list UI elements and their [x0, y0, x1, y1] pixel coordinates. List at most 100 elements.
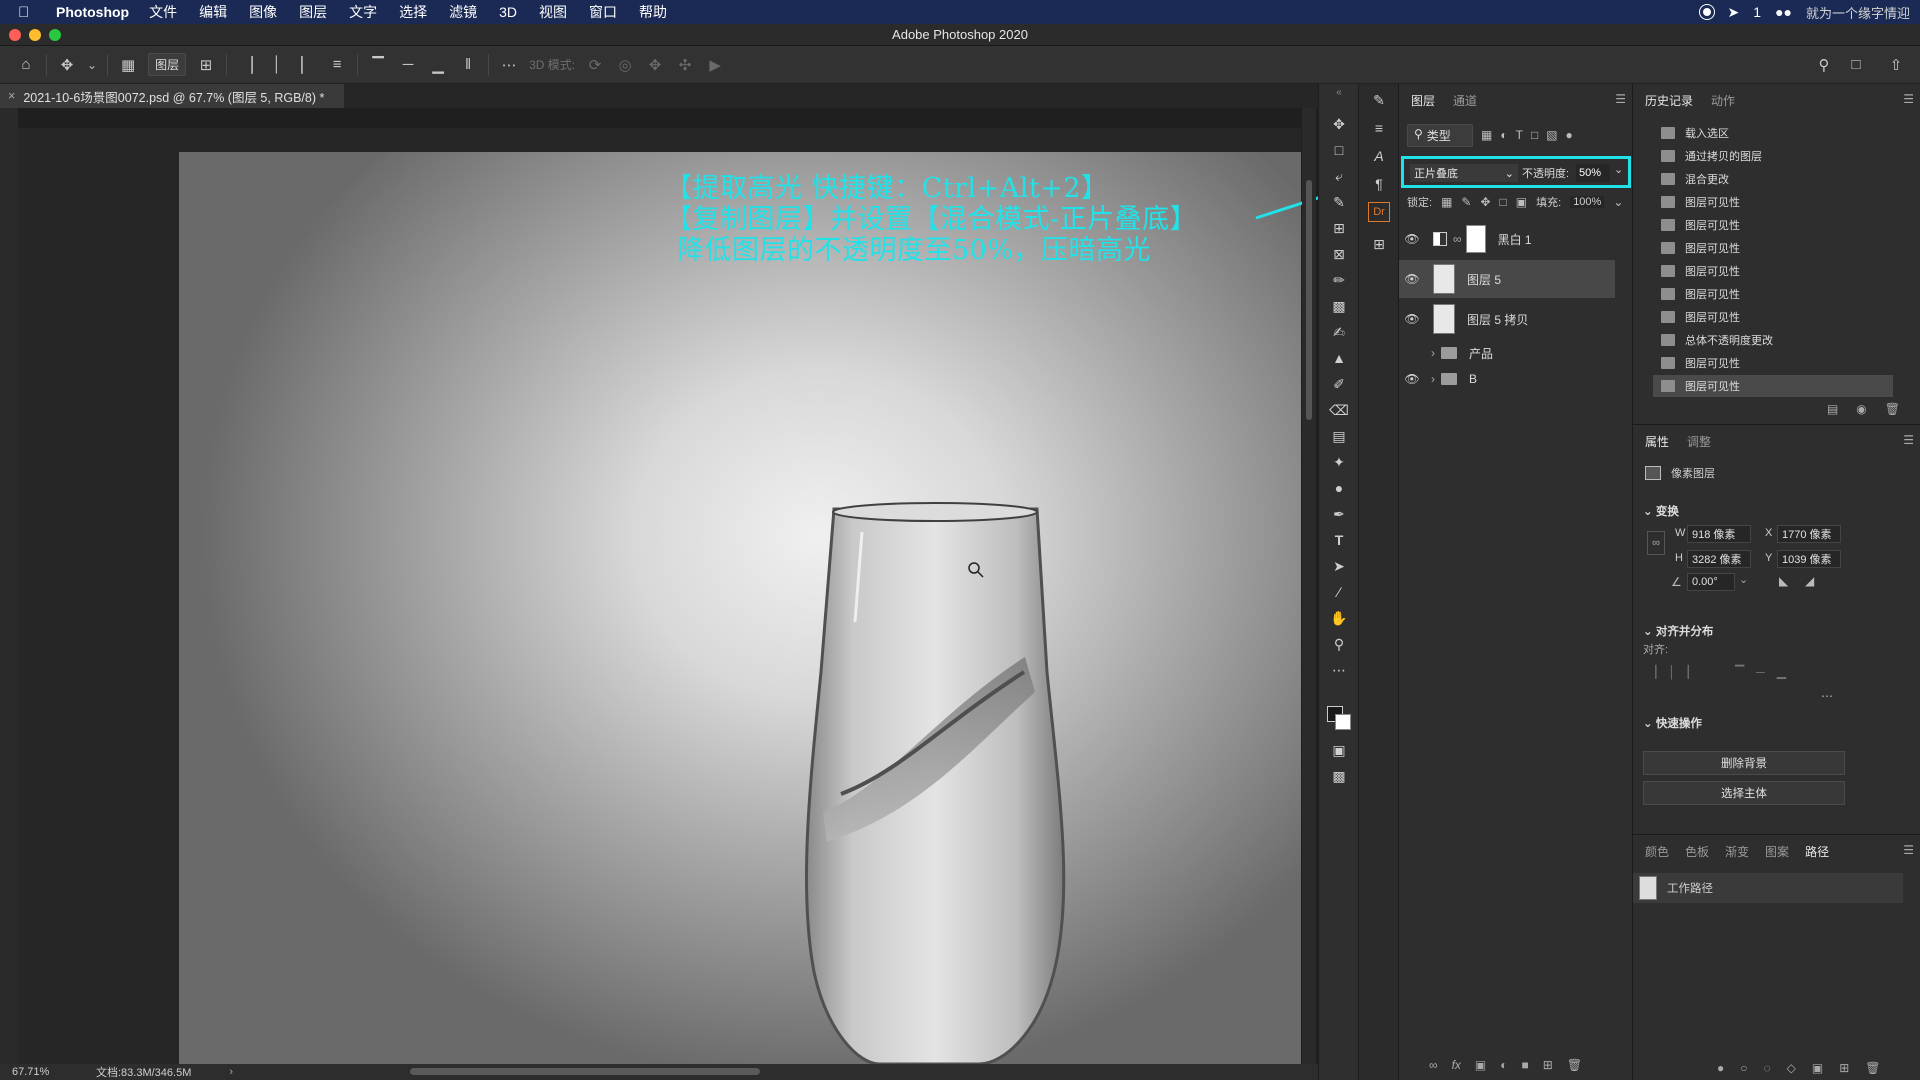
adjustments-icon[interactable]: ≡	[1369, 118, 1389, 138]
app-name-menu[interactable]: Photoshop	[56, 4, 129, 20]
layer-mask-thumbnail[interactable]	[1465, 225, 1486, 253]
orbit-3d-icon[interactable]: ⟳	[585, 55, 605, 75]
x-field[interactable]: 1770 像素	[1777, 525, 1841, 543]
edit-toolbar-icon[interactable]: ⋯	[1329, 660, 1349, 680]
zoom-window-button[interactable]	[49, 29, 61, 41]
align-top-icon[interactable]: ▔	[1735, 665, 1744, 679]
history-item[interactable]: 总体不透明度更改	[1661, 329, 1773, 351]
history-item[interactable]: 图层可见性	[1661, 352, 1740, 374]
layer-row[interactable]: 👁 › B	[1399, 366, 1615, 392]
menu-type[interactable]: 文字	[349, 2, 377, 22]
collapse-panel-icon[interactable]: «	[1329, 82, 1349, 102]
angle-dropdown-icon[interactable]: ⌄	[1739, 573, 1748, 586]
eraser-tool[interactable]: ⌫	[1329, 400, 1349, 420]
tab-layers[interactable]: 图层	[1411, 92, 1435, 112]
tab-history[interactable]: 历史记录	[1645, 92, 1693, 112]
fill-dropdown-icon[interactable]: ⌄	[1613, 195, 1623, 209]
align-left-icon[interactable]: ▕	[1647, 665, 1656, 679]
menu-layer[interactable]: 图层	[299, 2, 327, 22]
align-center-icon[interactable]: │	[267, 55, 287, 75]
transform-section-title[interactable]: ⌄ 变换	[1643, 503, 1679, 519]
load-selection-icon[interactable]: ◌	[1764, 1061, 1771, 1075]
height-field[interactable]: 3282 像素	[1687, 550, 1751, 568]
filter-toggle-icon[interactable]: ●	[1566, 128, 1573, 142]
blend-mode-select[interactable]: 正片叠底 ⌄	[1410, 164, 1518, 182]
add-mask-icon[interactable]: ▣	[1475, 1058, 1486, 1072]
background-color-swatch[interactable]	[1335, 714, 1351, 730]
quick-select-tool[interactable]: ✎	[1329, 192, 1349, 212]
align-bottom-icon[interactable]: ▁	[1777, 665, 1786, 679]
more-options-icon[interactable]: ⋯	[499, 55, 519, 75]
workspace-icon[interactable]: □	[1846, 55, 1866, 75]
hand-tool[interactable]: ✋	[1329, 608, 1349, 628]
align-middle-icon[interactable]: ─	[398, 55, 418, 75]
path-row[interactable]: 工作路径	[1633, 873, 1903, 903]
tab-properties[interactable]: 属性	[1645, 433, 1669, 453]
menu-image[interactable]: 图像	[249, 2, 277, 22]
filter-type-icon[interactable]: T	[1516, 128, 1523, 142]
lock-all-icon[interactable]: ▣	[1516, 195, 1527, 209]
remove-background-button[interactable]: 删除背景	[1643, 751, 1845, 775]
align-left-icon[interactable]: ▕	[237, 55, 257, 75]
history-item[interactable]: 图层可见性	[1653, 375, 1893, 397]
visibility-eye-icon[interactable]: 👁	[1399, 232, 1425, 246]
transform-controls-icon[interactable]: ⊞	[196, 55, 216, 75]
chevron-right-icon[interactable]: ›	[1431, 372, 1435, 386]
history-item[interactable]: 图层可见性	[1661, 283, 1740, 305]
apple-icon[interactable]: 	[18, 4, 40, 21]
history-item[interactable]: 图层可见性	[1661, 237, 1740, 259]
link-wh-icon[interactable]: ∞	[1647, 531, 1665, 555]
flip-horizontal-icon[interactable]: ◣	[1779, 574, 1788, 588]
eyedropper-tool[interactable]: ✏	[1329, 270, 1349, 290]
new-adjustment-icon[interactable]: ◐	[1500, 1058, 1507, 1072]
close-tab-icon[interactable]: ×	[8, 89, 15, 103]
vertical-scrollbar[interactable]	[1302, 108, 1316, 1064]
menu-3d[interactable]: 3D	[499, 4, 517, 20]
visibility-eye-icon[interactable]: 👁	[1399, 372, 1425, 386]
fill-input[interactable]: 100%	[1570, 196, 1605, 208]
history-item[interactable]: 混合更改	[1661, 168, 1729, 190]
delete-state-icon[interactable]: 🗑	[1885, 402, 1900, 416]
link-icon[interactable]: ∞	[1453, 232, 1462, 246]
add-mask-icon[interactable]: ▣	[1812, 1061, 1823, 1075]
visibility-eye-icon[interactable]: 👁	[1399, 272, 1425, 286]
type-tool[interactable]: T	[1329, 530, 1349, 550]
delete-layer-icon[interactable]: 🗑	[1567, 1058, 1582, 1072]
new-group-icon[interactable]: ■	[1522, 1058, 1529, 1072]
chevron-right-icon[interactable]: ›	[1431, 346, 1435, 360]
dodge-tool[interactable]: ●	[1329, 478, 1349, 498]
history-item[interactable]: 图层可见性	[1661, 191, 1740, 213]
paragraph-icon[interactable]: ¶	[1369, 174, 1389, 194]
visibility-eye-icon[interactable]: 👁	[1399, 312, 1425, 326]
filter-adjustment-icon[interactable]: ◐	[1500, 128, 1507, 142]
distribute-vertical-icon[interactable]: ‖	[458, 55, 478, 75]
horizontal-scroll-thumb[interactable]	[410, 1068, 760, 1075]
menu-help[interactable]: 帮助	[639, 2, 667, 22]
quick-actions-section-title[interactable]: ⌄ 快速操作	[1643, 715, 1702, 731]
filter-pixel-icon[interactable]: ▦	[1481, 128, 1492, 142]
layer-row[interactable]: 👁 图层 5	[1399, 260, 1615, 298]
align-section-title[interactable]: ⌄ 对齐并分布	[1643, 623, 1713, 639]
brush-settings-icon[interactable]: ✎	[1369, 90, 1389, 110]
menu-select[interactable]: 选择	[399, 2, 427, 22]
clone-stamp-tool[interactable]: ▲	[1329, 348, 1349, 368]
new-layer-icon[interactable]: ⊞	[1543, 1058, 1553, 1072]
menu-filter[interactable]: 滤镜	[449, 2, 477, 22]
fill-path-icon[interactable]: ●	[1717, 1061, 1724, 1075]
home-icon[interactable]: ⌂	[16, 55, 36, 75]
tab-patterns[interactable]: 图案	[1765, 843, 1789, 863]
new-path-icon[interactable]: ⊞	[1839, 1061, 1849, 1075]
gradient-tool[interactable]: ▤	[1329, 426, 1349, 446]
layer-thumbnail[interactable]	[1433, 304, 1455, 334]
tab-color[interactable]: 颜色	[1645, 843, 1669, 863]
share-icon[interactable]: ⇧	[1886, 55, 1906, 75]
align-top-icon[interactable]: ▔	[368, 55, 388, 75]
make-work-path-icon[interactable]: ◇	[1787, 1061, 1796, 1075]
auto-select-icon[interactable]: ▦	[118, 55, 138, 75]
crop-tool[interactable]: ⊞	[1329, 218, 1349, 238]
history-item[interactable]: 图层可见性	[1661, 260, 1740, 282]
screen-mode-icon[interactable]: ▩	[1329, 766, 1349, 786]
layer-row[interactable]: 👁 ∞ 黑白 1	[1399, 220, 1615, 258]
tab-adjustments[interactable]: 调整	[1687, 433, 1711, 453]
vertical-scroll-thumb[interactable]	[1306, 180, 1312, 420]
